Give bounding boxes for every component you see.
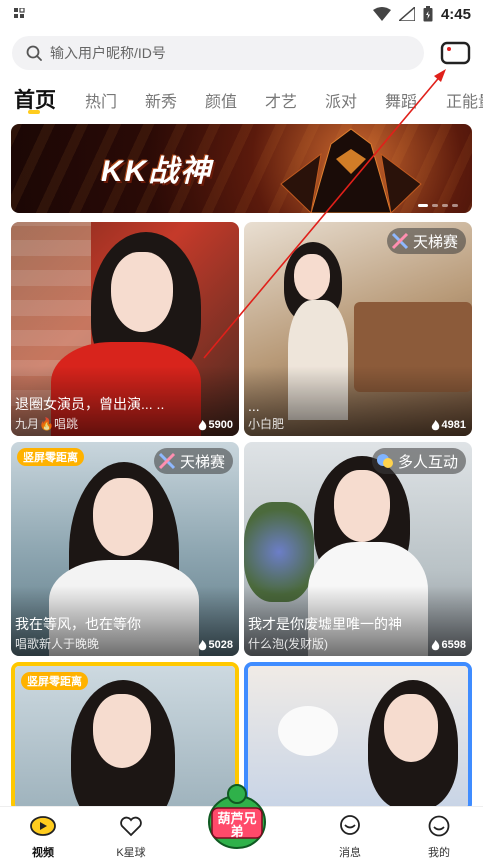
card-image (248, 666, 468, 808)
tab-looks[interactable]: 颜值 (205, 88, 237, 112)
ladder-badge: 天梯赛 (386, 228, 466, 254)
warrior-art (280, 128, 422, 213)
live-card[interactable]: 竖屏零距离 天梯赛 我在等风，也在等你 唱歌新人于晚晚 5028 (11, 442, 239, 656)
card-title: 我在等风，也在等你 (15, 616, 141, 632)
start-live-camera-icon[interactable] (440, 40, 472, 66)
card-popularity: 6598 (431, 639, 466, 651)
tab-active-indicator (28, 110, 40, 114)
live-card[interactable] (244, 662, 472, 812)
card-popularity: 5900 (198, 419, 233, 431)
card-title: 退圈女演员，曾出演... .. (15, 396, 165, 412)
card-streamer-name: 唱歌新人于晚晚 (15, 637, 100, 651)
tab-party[interactable]: 派对 (325, 88, 357, 112)
card-popularity-count: 6598 (441, 639, 466, 651)
tab-newcomer[interactable]: 新秀 (145, 88, 177, 112)
nav-profile[interactable]: 我的 (409, 815, 469, 860)
vertical-screen-tag: 竖屏零距离 (21, 672, 88, 690)
nav-k-planet[interactable]: K星球 (101, 815, 161, 860)
multiplayer-badge: 多人互动 (371, 448, 466, 474)
vertical-screen-tag: 竖屏零距离 (17, 448, 84, 466)
status-time: 4:45 (440, 5, 471, 23)
live-card[interactable]: 退圈女演员，曾出演... .. 九月🔥唱跳 5900 (11, 222, 239, 436)
banner-dot (432, 204, 438, 207)
card-title: 我才是你废墟里唯一的神 (248, 616, 402, 632)
nav-video[interactable]: 视频 (13, 815, 73, 860)
badge-label: 天梯赛 (412, 233, 458, 251)
tab-positive-energy[interactable]: 正能量 (446, 88, 483, 112)
tab-talent[interactable]: 才艺 (265, 88, 297, 112)
badge-label: 天梯赛 (179, 453, 225, 471)
card-popularity: 5028 (198, 639, 233, 651)
crossed-swords-icon (391, 232, 409, 250)
card-popularity-count: 4981 (441, 419, 466, 431)
banner-dot (452, 204, 458, 207)
profile-icon (428, 815, 450, 837)
card-popularity-count: 5900 (208, 419, 233, 431)
flame-icon (198, 639, 206, 650)
banner-pagination (418, 204, 458, 207)
card-popularity-count: 5028 (208, 639, 233, 651)
message-icon (340, 815, 360, 835)
signal-icon (398, 7, 415, 21)
category-tabs: 首页 热门 新秀 颜值 才艺 派对 舞蹈 正能量 (0, 84, 483, 116)
live-card[interactable]: 多人互动 我才是你废墟里唯一的神 什么泡(发财版) 6598 (244, 442, 472, 656)
search-input[interactable]: 输入用户昵称/ID号 (12, 36, 424, 70)
nav-label: 视频 (32, 847, 54, 859)
banner-dot (418, 204, 428, 207)
flame-icon (431, 419, 439, 430)
tab-dance[interactable]: 舞蹈 (385, 88, 417, 112)
card-streamer-name: 什么泡(发财版) (248, 637, 328, 651)
notification-grid-icon (14, 8, 25, 18)
search-icon (26, 45, 42, 61)
promo-banner[interactable]: KK战神 (11, 124, 472, 213)
ladder-badge: 天梯赛 (153, 448, 233, 474)
planet-heart-icon (120, 816, 142, 837)
banner-title: KK战神 (101, 155, 213, 188)
live-card[interactable]: 竖屏零距离 (11, 662, 239, 812)
card-streamer-name: 小白肥 (248, 417, 285, 431)
logo-text: 葫芦兄弟 (217, 811, 257, 839)
badge-label: 多人互动 (397, 453, 458, 471)
search-row: 输入用户昵称/ID号 (0, 36, 483, 72)
card-streamer-name: 九月🔥唱跳 (15, 417, 78, 431)
live-card[interactable]: 天梯赛 ... 小白肥 4981 (244, 222, 472, 436)
video-icon (30, 816, 56, 836)
chat-bubbles-icon (376, 454, 393, 468)
nav-label: 我的 (428, 847, 450, 859)
tab-hot[interactable]: 热门 (85, 88, 117, 112)
banner-dot (442, 204, 448, 207)
battery-icon (423, 6, 433, 22)
nav-label: K星球 (116, 847, 146, 859)
flame-icon (431, 639, 439, 650)
wifi-icon (372, 7, 391, 21)
crossed-swords-icon (158, 452, 176, 470)
card-popularity: 4981 (431, 419, 466, 431)
flame-icon (198, 419, 206, 430)
calabash-brothers-logo[interactable]: 葫芦兄弟 (206, 782, 268, 854)
status-bar: 4:45 (0, 0, 483, 28)
nav-messages[interactable]: 消息 (320, 815, 380, 860)
card-title: ... (248, 398, 260, 414)
search-placeholder: 输入用户昵称/ID号 (50, 45, 166, 61)
nav-label: 消息 (339, 847, 361, 859)
